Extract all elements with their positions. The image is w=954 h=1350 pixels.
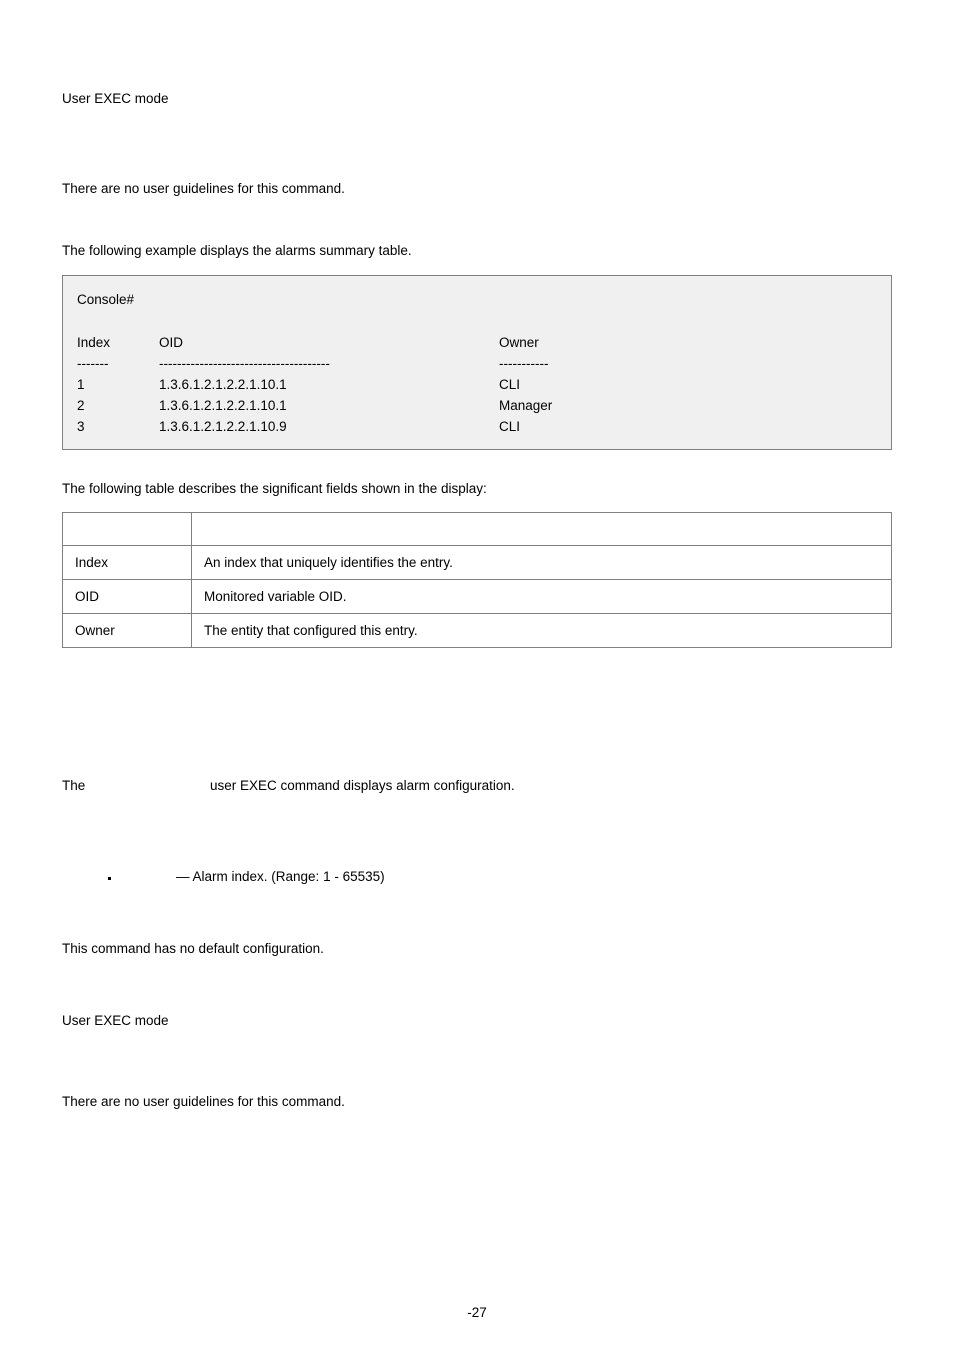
- console-divider-index: -------: [77, 353, 159, 374]
- console-cell-owner: CLI: [499, 416, 699, 437]
- console-divider-owner: -----------: [499, 353, 699, 374]
- console-cell-index: 3: [77, 416, 159, 437]
- table-row: Owner The entity that configured this en…: [63, 614, 892, 648]
- table-row: OID Monitored variable OID.: [63, 580, 892, 614]
- field-description-table: Index An index that uniquely identifies …: [62, 512, 892, 648]
- user-guidelines-text: There are no user guidelines for this co…: [62, 180, 892, 198]
- field-name: Index: [63, 546, 192, 580]
- console-header-index: Index: [77, 332, 159, 353]
- console-cell-owner: CLI: [499, 374, 699, 395]
- console-divider-oid: --------------------------------------: [159, 353, 499, 374]
- user-guidelines-text-2: There are no user guidelines for this co…: [62, 1093, 892, 1111]
- field-name: Owner: [63, 614, 192, 648]
- field-name: OID: [63, 580, 192, 614]
- command-description-lead: The: [62, 778, 210, 793]
- table-row: Index An index that uniquely identifies …: [63, 546, 892, 580]
- console-table: Index OID Owner ------- ----------------…: [77, 332, 699, 437]
- parameter-text: — Alarm index. (Range: 1 - 65535): [176, 869, 385, 884]
- table-header-blank-desc: [192, 513, 892, 546]
- table-header-row: [63, 513, 892, 546]
- console-cell-index: 1: [77, 374, 159, 395]
- console-prompt: Console#: [77, 290, 877, 310]
- console-cell-oid: 1.3.6.1.2.1.2.2.1.10.9: [159, 416, 499, 437]
- parameter-list: — Alarm index. (Range: 1 - 65535): [62, 869, 892, 884]
- console-cell-oid: 1.3.6.1.2.1.2.2.1.10.1: [159, 395, 499, 416]
- console-header-row: Index OID Owner: [77, 332, 699, 353]
- console-row: 1 1.3.6.1.2.1.2.2.1.10.1 CLI: [77, 374, 699, 395]
- console-cell-owner: Manager: [499, 395, 699, 416]
- field-desc: An index that uniquely identifies the en…: [192, 546, 892, 580]
- console-cell-oid: 1.3.6.1.2.1.2.2.1.10.1: [159, 374, 499, 395]
- console-header-owner: Owner: [499, 332, 699, 353]
- command-description-line: Theuser EXEC command displays alarm conf…: [62, 778, 892, 793]
- console-output: Console# Index OID Owner ------- -------…: [62, 275, 892, 450]
- field-desc: The entity that configured this entry.: [192, 614, 892, 648]
- command-mode-text: User EXEC mode: [62, 90, 892, 108]
- field-desc: Monitored variable OID.: [192, 580, 892, 614]
- example-intro-text: The following example displays the alarm…: [62, 242, 892, 260]
- fields-intro-text: The following table describes the signif…: [62, 480, 892, 498]
- parameter-item: — Alarm index. (Range: 1 - 65535): [120, 869, 892, 884]
- console-header-oid: OID: [159, 332, 499, 353]
- console-divider-row: ------- --------------------------------…: [77, 353, 699, 374]
- table-header-blank-field: [63, 513, 192, 546]
- default-config-text: This command has no default configuratio…: [62, 940, 892, 958]
- console-row: 2 1.3.6.1.2.1.2.2.1.10.1 Manager: [77, 395, 699, 416]
- command-description-tail: user EXEC command displays alarm configu…: [210, 778, 515, 793]
- page: User EXEC mode There are no user guideli…: [0, 0, 954, 1350]
- page-number: -27: [0, 1305, 954, 1320]
- command-mode-text-2: User EXEC mode: [62, 1012, 892, 1030]
- console-cell-index: 2: [77, 395, 159, 416]
- console-row: 3 1.3.6.1.2.1.2.2.1.10.9 CLI: [77, 416, 699, 437]
